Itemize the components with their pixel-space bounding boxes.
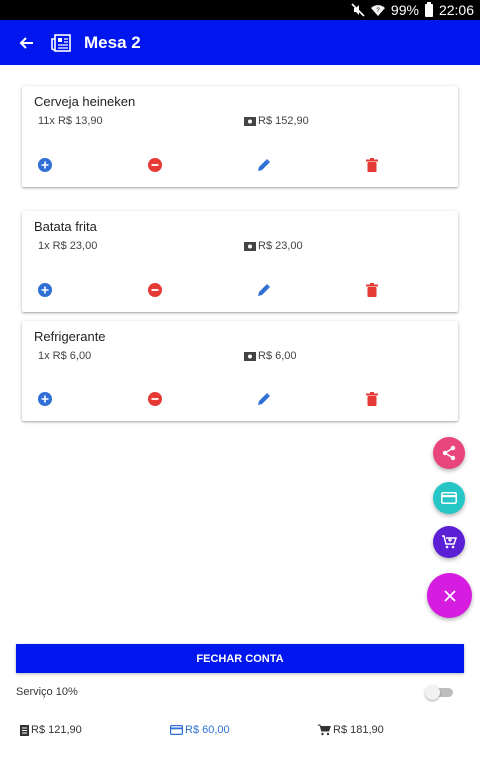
service-fee-toggle[interactable]: [425, 685, 453, 700]
add-quantity-button[interactable]: [37, 157, 53, 173]
item-total: R$ 23,00: [244, 240, 303, 252]
remove-quantity-button[interactable]: [147, 157, 163, 173]
close-bill-button[interactable]: FECHAR CONTA: [16, 644, 464, 673]
bill-total-value: R$ 121,90: [31, 724, 82, 736]
newspaper-icon[interactable]: [50, 32, 72, 54]
status-bar: ? 99% 22:06: [0, 0, 480, 20]
trash-icon: [366, 158, 378, 172]
clock: 22:06: [438, 2, 474, 18]
minus-circle-icon: [148, 392, 162, 406]
credit-card-icon: [170, 725, 183, 735]
credit-card-icon: [441, 492, 457, 504]
cart-total-value: R$ 181,90: [333, 724, 384, 736]
item-total-value: R$ 23,00: [258, 240, 303, 252]
delete-item-button[interactable]: [364, 157, 380, 173]
close-menu-fab[interactable]: [427, 573, 472, 618]
cash-icon: [244, 116, 256, 126]
plus-circle-icon: [38, 158, 52, 172]
pencil-icon: [258, 393, 270, 405]
mute-icon: [351, 3, 365, 17]
card-payment-fab[interactable]: [433, 482, 465, 514]
card-paid-summary: R$ 60,00: [170, 724, 230, 736]
plus-circle-icon: [38, 283, 52, 297]
wifi-icon: ?: [370, 4, 385, 17]
receipt-icon: [20, 724, 29, 736]
item-quantity-price: 1x R$ 23,00: [38, 240, 98, 252]
bill-total-summary: R$ 121,90: [20, 724, 82, 736]
cart-fab[interactable]: [433, 526, 465, 558]
page-title: Mesa 2: [84, 32, 141, 52]
item-total-value: R$ 6,00: [258, 350, 297, 362]
edit-item-button[interactable]: [256, 157, 272, 173]
remove-quantity-button[interactable]: [147, 391, 163, 407]
trash-icon: [366, 392, 378, 406]
battery-percent: 99%: [390, 2, 419, 18]
add-quantity-button[interactable]: [37, 391, 53, 407]
item-name: Batata frita: [34, 219, 97, 234]
cart-total-summary: R$ 181,90: [318, 724, 384, 736]
cash-icon: [244, 241, 256, 251]
order-item-card: Refrigerante 1x R$ 6,00 R$ 6,00: [22, 321, 458, 421]
cash-icon: [244, 351, 256, 361]
toggle-thumb: [425, 685, 440, 700]
share-icon: [442, 445, 456, 461]
plus-circle-icon: [38, 392, 52, 406]
edit-item-button[interactable]: [256, 391, 272, 407]
item-total-value: R$ 152,90: [258, 115, 309, 127]
share-fab[interactable]: [433, 437, 465, 469]
delete-item-button[interactable]: [364, 391, 380, 407]
remove-quantity-button[interactable]: [147, 282, 163, 298]
add-quantity-button[interactable]: [37, 282, 53, 298]
item-name: Cerveja heineken: [34, 94, 136, 109]
pencil-icon: [258, 284, 270, 296]
pencil-icon: [258, 159, 270, 171]
close-icon: [443, 589, 456, 602]
app-bar: Mesa 2: [0, 20, 480, 65]
item-total: R$ 6,00: [244, 350, 297, 362]
order-item-card: Batata frita 1x R$ 23,00 R$ 23,00: [22, 211, 458, 312]
minus-circle-icon: [148, 283, 162, 297]
item-name: Refrigerante: [34, 329, 106, 344]
add-to-cart-icon: [442, 535, 457, 549]
minus-circle-icon: [148, 158, 162, 172]
item-quantity-price: 11x R$ 13,90: [38, 115, 103, 127]
back-arrow-icon[interactable]: [16, 33, 36, 53]
trash-icon: [366, 283, 378, 297]
order-item-card: Cerveja heineken 11x R$ 13,90 R$ 152,90: [22, 86, 458, 187]
item-quantity-price: 1x R$ 6,00: [38, 350, 92, 362]
card-paid-value: R$ 60,00: [185, 724, 230, 736]
service-fee-label: Serviço 10%: [16, 686, 78, 698]
cart-icon: [318, 724, 331, 736]
item-total: R$ 152,90: [244, 115, 309, 127]
delete-item-button[interactable]: [364, 282, 380, 298]
edit-item-button[interactable]: [256, 282, 272, 298]
battery-icon: [424, 1, 433, 17]
